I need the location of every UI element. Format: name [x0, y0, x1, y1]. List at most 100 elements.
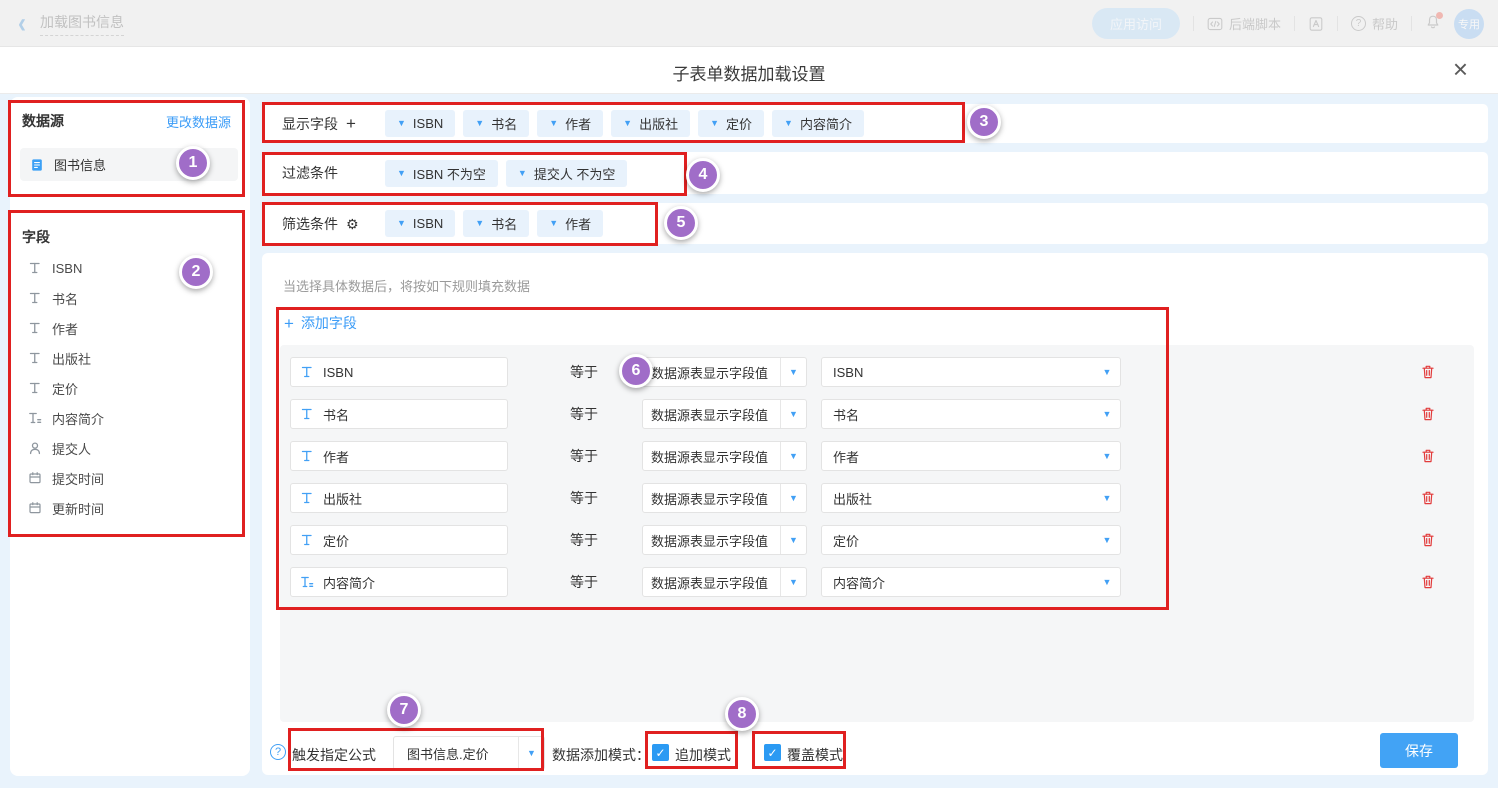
field-item[interactable]: 提交时间: [28, 463, 228, 493]
overwrite-mode-checkbox[interactable]: ✓: [764, 744, 781, 761]
display-field-tag[interactable]: ▼ 作者: [537, 110, 603, 137]
app-access-button[interactable]: 应用访问: [1092, 8, 1180, 39]
source-type-select[interactable]: 数据源表显示字段值▼: [642, 399, 807, 429]
trash-icon[interactable]: [1420, 490, 1436, 506]
sift-condition-tag[interactable]: ▼书名: [463, 210, 529, 237]
field-item[interactable]: 作者: [28, 313, 228, 343]
calendar-icon: [28, 501, 42, 515]
datasource-item-label: 图书信息: [54, 155, 106, 174]
source-field-select[interactable]: 内容简介▼: [821, 567, 1121, 597]
check-icon: ✓: [767, 747, 777, 759]
field-label: 书名: [52, 289, 78, 308]
sift-condition-tag[interactable]: ▼作者: [537, 210, 603, 237]
tag-label: 作者: [565, 114, 591, 133]
tag-label: 定价: [726, 114, 752, 133]
a-doc-icon[interactable]: [1308, 16, 1324, 32]
back-icon[interactable]: ‹: [18, 9, 26, 38]
chevron-down-icon: ▼: [789, 494, 798, 503]
display-field-tag[interactable]: ▼内容简介: [772, 110, 864, 137]
trigger-formula-label: 触发指定公式: [292, 745, 376, 765]
source-type-select[interactable]: 数据源表显示字段值▼: [642, 567, 807, 597]
chevron-down-icon: ▼: [397, 119, 406, 128]
target-field-box[interactable]: 内容简介: [290, 567, 508, 597]
mapping-row: 内容简介 等于 数据源表显示字段值▼ 内容简介▼: [280, 567, 1474, 597]
annotation-badge: 1: [176, 146, 210, 180]
field-item[interactable]: 内容简介: [28, 403, 228, 433]
target-field-box[interactable]: 定价: [290, 525, 508, 555]
text-field-icon: [300, 491, 314, 505]
annotation-badge: 7: [387, 693, 421, 727]
source-type-select[interactable]: 数据源表显示字段值▼: [642, 525, 807, 555]
chevron-down-icon: ▼: [789, 368, 798, 377]
source-type-select[interactable]: 数据源表显示字段值▼: [642, 441, 807, 471]
gear-icon[interactable]: ⚙: [346, 217, 359, 231]
target-field-box[interactable]: 作者: [290, 441, 508, 471]
source-field-value: 书名: [822, 405, 1094, 424]
source-type-value: 数据源表显示字段值: [643, 405, 780, 424]
target-field-box[interactable]: 出版社: [290, 483, 508, 513]
field-item[interactable]: 更新时间: [28, 493, 228, 523]
add-field-button[interactable]: + 添加字段: [284, 313, 357, 333]
sift-condition-tag[interactable]: ▼ISBN: [385, 210, 455, 237]
divider: [1193, 16, 1194, 31]
append-mode-checkbox[interactable]: ✓: [652, 744, 669, 761]
notifications-button[interactable]: [1425, 14, 1441, 33]
mapping-row: ISBN 等于 数据源表显示字段值▼ ISBN▼: [280, 357, 1474, 387]
append-mode-label: 追加模式: [675, 745, 731, 765]
source-field-select[interactable]: 出版社▼: [821, 483, 1121, 513]
save-button[interactable]: 保存: [1380, 733, 1458, 768]
data-add-mode-label: 数据添加模式：: [552, 745, 650, 765]
field-label: 定价: [52, 379, 78, 398]
display-field-tag[interactable]: ▼出版社: [611, 110, 690, 137]
source-type-select[interactable]: 数据源表显示字段值▼: [642, 357, 807, 387]
mapping-hint: 当选择具体数据后，将按如下规则填充数据: [283, 276, 530, 295]
user-icon: [28, 441, 42, 455]
source-field-value: 定价: [822, 531, 1094, 550]
textarea-field-icon: [28, 411, 42, 425]
backend-script-label: 后端脚本: [1229, 14, 1281, 33]
trigger-formula-select[interactable]: 图书信息.定价 ▼: [393, 736, 545, 770]
source-field-select[interactable]: 书名▼: [821, 399, 1121, 429]
trash-icon[interactable]: [1420, 364, 1436, 380]
field-label: 作者: [52, 319, 78, 338]
trash-icon[interactable]: [1420, 532, 1436, 548]
help-circle-icon[interactable]: ?: [270, 744, 286, 760]
target-field-label: 作者: [323, 447, 349, 466]
filter-condition-tag[interactable]: ▼ISBN 不为空: [385, 160, 498, 187]
display-field-tag[interactable]: ▼ISBN: [385, 110, 455, 137]
topbar-title[interactable]: 加载图书信息: [40, 12, 124, 36]
trash-icon[interactable]: [1420, 448, 1436, 464]
tag-label: ISBN 不为空: [413, 164, 486, 183]
tag-label: 作者: [565, 214, 591, 233]
backend-script-button[interactable]: 后端脚本: [1207, 14, 1281, 33]
field-list: ISBN 书名 作者 出版社 定价 内容简介 提交人 提交时间 更新时间: [28, 253, 228, 523]
display-field-tag[interactable]: ▼书名: [463, 110, 529, 137]
trash-icon[interactable]: [1420, 574, 1436, 590]
close-icon[interactable]: ×: [1453, 56, 1468, 82]
code-icon: [1207, 16, 1223, 32]
field-item[interactable]: 出版社: [28, 343, 228, 373]
filter-condition-tag[interactable]: ▼提交人 不为空: [506, 160, 628, 187]
field-item[interactable]: 定价: [28, 373, 228, 403]
source-type-select[interactable]: 数据源表显示字段值▼: [642, 483, 807, 513]
help-button[interactable]: ? 帮助: [1351, 14, 1398, 33]
target-field-box[interactable]: 书名: [290, 399, 508, 429]
source-field-select[interactable]: ISBN▼: [821, 357, 1121, 387]
target-field-box[interactable]: ISBN: [290, 357, 508, 387]
avatar[interactable]: 专用: [1454, 9, 1484, 39]
source-type-value: 数据源表显示字段值: [643, 573, 780, 592]
source-field-select[interactable]: 作者▼: [821, 441, 1121, 471]
display-field-tag[interactable]: ▼定价: [698, 110, 764, 137]
source-field-select[interactable]: 定价 ▼: [821, 525, 1121, 555]
add-display-field-button[interactable]: +: [346, 115, 356, 132]
change-datasource-link[interactable]: 更改数据源: [166, 112, 231, 131]
chevron-down-icon: ▼: [549, 119, 558, 128]
field-item[interactable]: 提交人: [28, 433, 228, 463]
topbar: ‹ 加载图书信息 应用访问 后端脚本 ? 帮助: [0, 0, 1498, 47]
chevron-down-icon: ▼: [623, 119, 632, 128]
trash-icon[interactable]: [1420, 406, 1436, 422]
dialog-header: 子表单数据加载设置 ×: [0, 47, 1498, 94]
datasource-title: 数据源: [22, 111, 64, 131]
text-field-icon: [28, 351, 42, 365]
chevron-down-icon: ▼: [1103, 536, 1112, 545]
